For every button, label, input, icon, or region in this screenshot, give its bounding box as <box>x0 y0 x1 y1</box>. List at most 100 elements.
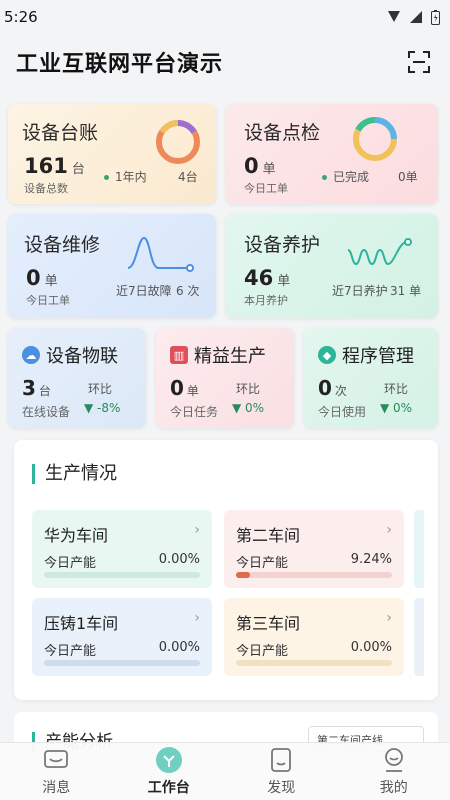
chevron-right-icon: › <box>194 522 200 538</box>
chevron-right-icon: › <box>194 610 200 626</box>
progress-track <box>236 660 392 666</box>
workshop-card[interactable]: 华为车间 › 今日产能 0.00% <box>32 510 212 588</box>
card-value: 3台 <box>22 376 51 400</box>
card-meta-label: 近7日故障 <box>116 284 172 298</box>
card-label: 今日工单 <box>26 294 70 307</box>
workshop-label: 今日产能 <box>44 556 97 571</box>
progress-track <box>236 572 392 578</box>
card-label: 今日工单 <box>244 182 288 195</box>
card-header: ▥ 精益生产 <box>170 342 266 368</box>
trend-line-icon <box>347 238 412 266</box>
cellular-icon <box>410 11 422 23</box>
factory-icon: ▥ <box>170 346 188 364</box>
ratio-label: 环比 <box>384 382 409 396</box>
cloud-icon: ☁ <box>22 346 40 364</box>
production-panel: 生产情况 华为车间 › 今日产能 0.00% 第二车间 › 今日产能 9.24%… <box>14 440 438 700</box>
workshop-value: 0.00% <box>158 640 200 655</box>
workshop-card[interactable]: 第二车间 › 今日产能 9.24% <box>224 510 404 588</box>
page-title: 工业互联网平台演示 <box>16 52 224 77</box>
trend-value: ▼ 0% <box>232 401 265 415</box>
section-title: 生产情况 <box>32 464 117 484</box>
card-device-ledger[interactable]: 设备台账 161 台 设备总数 1年内 4台 <box>8 104 216 204</box>
scan-button[interactable] <box>404 47 434 77</box>
card-meta-value: 4台 <box>178 170 198 184</box>
tab-label: 发现 <box>267 780 296 796</box>
card-device-iot[interactable]: ☁ 设备物联 3台 在线设备 环比 ▼ -8% <box>8 328 146 428</box>
card-label: 今日使用 <box>318 405 367 419</box>
donut-chart-icon <box>353 116 397 161</box>
tab-workbench[interactable]: 工作台 <box>124 746 214 797</box>
workshop-name: 压铸1车间 <box>44 614 119 633</box>
card-program-management[interactable]: ◆ 程序管理 0次 今日使用 环比 ▼ 0% <box>304 328 438 428</box>
card-lean-production[interactable]: ▥ 精益生产 0单 今日任务 环比 ▼ 0% <box>156 328 294 428</box>
card-title: 设备养护 <box>244 234 321 256</box>
card-title: 设备台账 <box>22 122 99 144</box>
signal-icon <box>388 11 400 22</box>
progress-fill <box>236 572 251 578</box>
package-icon: ◆ <box>318 346 336 364</box>
status-time: 5:26 <box>4 8 38 26</box>
card-label: 在线设备 <box>22 405 71 419</box>
message-icon <box>42 746 70 774</box>
workshop-label: 今日产能 <box>236 556 289 571</box>
progress-track <box>44 660 200 666</box>
card-title: 设备物联 <box>46 346 118 367</box>
card-value: 161 台 <box>24 154 85 178</box>
tab-messages[interactable]: 消息 <box>11 746 101 797</box>
card-value: 0单 <box>170 376 199 400</box>
card-device-inspection[interactable]: 设备点检 0单 今日工单 已完成 0单 <box>226 104 438 204</box>
battery-icon <box>431 9 440 25</box>
card-title: 程序管理 <box>342 346 414 367</box>
card-meta-value: 0单 <box>398 170 418 184</box>
workshop-name: 华为车间 <box>44 526 109 545</box>
card-device-repair[interactable]: 设备维修 0单 今日工单 近7日故障 6 次 <box>8 214 216 318</box>
card-meta-label: 已完成 <box>322 168 369 185</box>
card-value: 46 单 <box>244 266 291 290</box>
card-title: 精益生产 <box>194 346 266 367</box>
status-bar: 5:26 <box>0 0 450 34</box>
card-label: 设备总数 <box>24 182 68 195</box>
card-header: ☁ 设备物联 <box>22 342 118 368</box>
workshop-name: 第二车间 <box>236 526 301 545</box>
workshop-label: 今日产能 <box>236 644 289 659</box>
chevron-right-icon: › <box>386 522 392 538</box>
workshop-value: 0.00% <box>350 640 392 655</box>
bottom-tab-bar: 消息 工作台 发现 我的 <box>0 742 450 800</box>
discover-icon <box>267 746 295 774</box>
workshop-label: 今日产能 <box>44 644 97 659</box>
tab-label: 工作台 <box>147 780 190 796</box>
workshop-card[interactable]: 第三车间 › 今日产能 0.00% <box>224 598 404 676</box>
tab-label: 消息 <box>42 780 71 796</box>
ratio-label: 环比 <box>88 382 113 396</box>
card-value: 0次 <box>318 376 347 400</box>
donut-chart-icon <box>156 120 200 164</box>
workshop-card[interactable]: 压铸1车间 › 今日产能 0.00% <box>32 598 212 676</box>
card-label: 今日任务 <box>170 405 219 419</box>
card-meta-label: 近7日养护 <box>332 284 388 298</box>
card-device-maintenance[interactable]: 设备养护 46 单 本月养护 近7日养护 31 单 <box>226 214 438 318</box>
scan-icon <box>408 51 430 73</box>
workbench-icon <box>155 746 183 774</box>
tab-profile[interactable]: 我的 <box>349 746 439 797</box>
workshop-name: 第三车间 <box>236 614 301 633</box>
chevron-right-icon: › <box>386 610 392 626</box>
card-meta-value: 6 次 <box>176 284 200 298</box>
card-meta-label: 1年内 <box>104 168 147 185</box>
trend-line-icon <box>127 236 194 272</box>
trend-value: ▼ -8% <box>84 401 121 415</box>
card-label: 本月养护 <box>244 294 288 307</box>
trend-value: ▼ 0% <box>380 401 413 415</box>
workshop-card-partial[interactable] <box>414 510 424 588</box>
card-header: ◆ 程序管理 <box>318 342 414 368</box>
card-title: 设备点检 <box>244 122 321 144</box>
status-icons <box>387 9 440 25</box>
tab-discover[interactable]: 发现 <box>236 746 326 797</box>
card-value: 0单 <box>26 266 58 290</box>
tab-label: 我的 <box>379 780 408 796</box>
app-header: 工业互联网平台演示 <box>0 34 450 90</box>
progress-track <box>44 572 200 578</box>
profile-icon <box>380 746 408 774</box>
card-meta-value: 31 单 <box>390 284 422 298</box>
workshop-card-partial[interactable] <box>414 598 424 676</box>
ratio-label: 环比 <box>236 382 261 396</box>
